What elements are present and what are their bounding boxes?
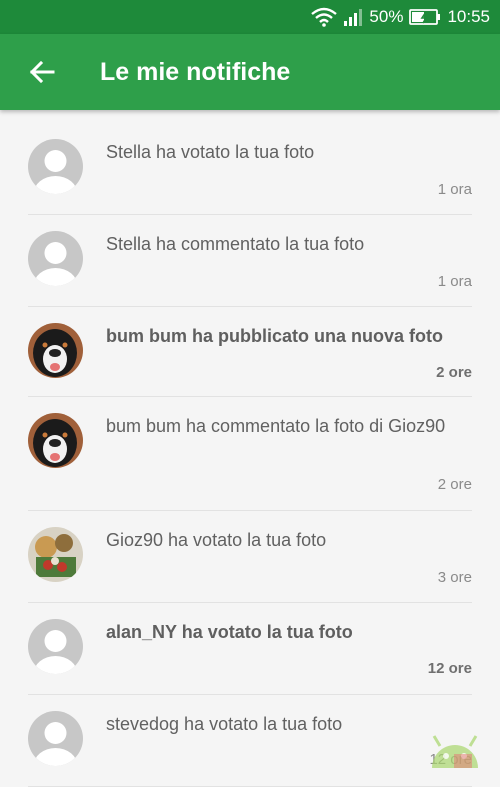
notification-time: 12 ore [427,660,472,677]
wifi-icon [311,7,338,27]
page-title: Le mie notifiche [100,57,291,86]
android-watermark-icon [432,735,478,768]
notification-time: 1 ora [437,181,472,198]
notification-text: Gioz90 ha votato la tua foto [106,530,327,550]
notification-text: Stella ha votato la tua foto [106,142,315,162]
status-bar: 50% 10:55 [0,0,500,34]
notification-list: Stella ha votato la tua foto 1 ora Stella … [0,123,500,787]
notification-item[interactable]: Stella ha commentato la tua foto 1 ora [28,215,472,307]
battery-percent: 50% [369,7,404,26]
app-bar: Le mie notifiche [0,34,500,110]
default-avatar [28,231,83,286]
notification-item[interactable]: bum bum ha pubblicato una nuova foto 2 or… [28,307,472,397]
notification-time: 3 ore [437,569,472,586]
notification-text: bum bum ha pubblicato una nuova foto [106,326,443,346]
notification-text: bum bum ha commentato la foto di Gioz90 [106,416,446,436]
notification-item[interactable]: Gioz90 ha votato la tua foto 3 ore [28,511,472,603]
notification-item[interactable]: Stella ha votato la tua foto 1 ora [28,123,472,215]
notification-time: 2 ore [436,364,472,381]
notification-time: 2 ore [437,476,472,493]
notification-item[interactable]: alan_NY ha votato la tua foto 12 ore [28,603,472,695]
signal-icon [343,8,363,26]
status-time: 10:55 [447,7,490,26]
dog-avatar [28,323,83,378]
notification-item[interactable]: bum bum ha commentato la foto di Gioz90 2… [28,397,472,511]
dog-avatar [28,413,83,468]
arrow-back-icon [29,61,55,83]
default-avatar [28,619,83,674]
notification-time: 1 ora [437,273,472,290]
notification-text: Stella ha commentato la tua foto [106,234,365,254]
default-avatar [28,711,83,766]
notification-text: alan_NY ha votato la tua foto [106,622,353,642]
notification-item[interactable]: stevedog ha votato la tua foto12 ore [28,695,472,787]
battery-icon [409,9,441,25]
photo-avatar [28,527,83,582]
notification-text: stevedog ha votato la tua foto [106,714,343,734]
back-button[interactable] [22,52,62,92]
default-avatar [28,139,83,194]
